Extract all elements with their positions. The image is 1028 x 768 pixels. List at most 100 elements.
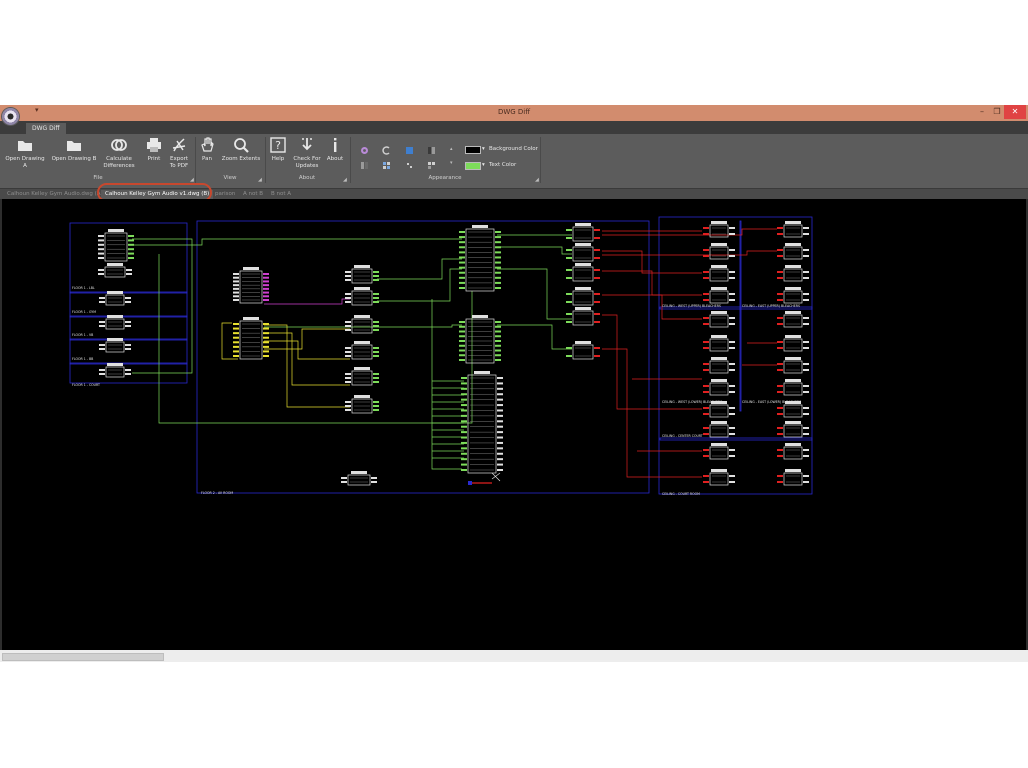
pin-terminal [373,325,379,327]
pin-terminal [703,271,709,273]
pin-terminal [777,391,783,393]
about-group-launcher-icon[interactable]: ◢ [343,177,347,183]
style-blue-icon[interactable] [405,146,414,155]
text-color-dropdown-icon[interactable]: ▾ [482,162,485,168]
ucs-cross [491,472,501,482]
maximize-button[interactable]: ❐ [990,105,1004,119]
pin-terminal [98,239,104,242]
style-dark-icon[interactable] [427,146,436,155]
tab-a-not-b[interactable]: A not B [241,190,265,199]
pin-terminal [594,237,600,239]
pin-terminal [703,299,709,301]
tab-dwg-diff[interactable]: DWG Diff [26,123,66,134]
pin-terminal [233,284,239,287]
pin-terminal [263,295,269,298]
tab-drawing-a[interactable]: Calhoun Kelley Gym Audio.dwg (A) [5,190,105,199]
open-drawing-a-button[interactable]: Open Drawing A [3,137,47,169]
pin-terminal [777,413,783,415]
pin-terminal [495,241,501,244]
window-title: DWG Diff [497,108,531,116]
pin-terminal [495,261,501,264]
drawing-label: FLOOR 2 - AV ROOM [201,491,233,495]
pin-terminal [263,345,269,348]
background-color-label[interactable]: Background Color [489,146,538,152]
print-button[interactable]: Print [143,137,165,163]
printer-icon [147,138,161,152]
pin-terminal [341,481,347,483]
pin-terminal [777,427,783,429]
about-button[interactable]: About [324,137,346,163]
pin-terminal [461,452,467,455]
calculate-differences-button[interactable]: Calculate Differences [102,137,136,169]
style-gray-icon[interactable] [382,146,391,155]
view-group-launcher-icon[interactable]: ◢ [258,177,262,183]
application-menu-icon[interactable] [2,108,19,125]
pin-terminal [803,455,809,457]
open-drawing-b-button[interactable]: Open Drawing B [51,137,97,163]
wire [158,254,473,424]
pin-terminal [803,385,809,387]
pin-terminal [126,269,132,271]
pin-terminal [125,344,131,346]
device-block [572,344,594,360]
styles-scroll-down-icon[interactable]: ▾ [450,160,453,166]
pin-terminal [777,323,783,325]
ribbon: Open Drawing A Open Drawing B Calculate … [0,134,1028,189]
tab-b-not-a[interactable]: B not A [269,190,293,199]
wire [602,270,702,296]
pin-terminal [566,229,572,231]
pin-terminal [497,404,503,407]
pin-terminal [495,321,501,323]
group-divider [540,137,541,183]
text-color-swatch[interactable] [465,162,481,170]
device-header [711,221,727,224]
pin-terminal [495,231,501,233]
pin-terminal [461,420,467,423]
close-button[interactable]: ✕ [1004,105,1026,119]
device-header [107,338,123,341]
styles-scroll-up-icon[interactable]: ▴ [450,146,453,152]
minimize-button[interactable]: – [975,105,989,119]
style-purple-icon[interactable] [360,146,369,155]
pin-terminal [729,449,735,451]
drawing-canvas[interactable]: FLOOR 1 - LBL FLOOR 1 - GYM FLOOR 1 - VB FL… [2,199,1026,650]
pin-terminal [729,299,735,301]
pin-terminal [345,275,351,277]
style-dots-icon[interactable] [405,161,414,170]
pin-terminal [777,233,783,235]
pin-terminal [459,251,465,254]
style-tiles-icon[interactable] [427,161,436,170]
pin-terminal [461,458,467,461]
device-block [572,290,594,306]
pin-terminal [125,373,131,375]
pin-terminal [345,351,351,353]
text-color-label[interactable]: Text Color [489,162,516,168]
device-block [347,474,371,486]
pin-terminal [263,276,269,279]
help-button[interactable]: ? Help [268,137,288,163]
pin-terminal [729,317,735,319]
device-header [711,443,727,446]
tab-comparison[interactable]: parison [213,190,237,199]
pin-terminal [373,381,379,383]
appearance-group-launcher-icon[interactable]: ◢ [535,177,539,183]
export-pdf-button[interactable]: Export To PDF [167,137,191,169]
check-updates-button[interactable]: Check For Updates [290,137,324,169]
pan-button[interactable]: Pan [198,137,216,163]
pin-terminal [345,347,351,349]
pin-terminal [729,433,735,435]
pin-terminal [461,398,467,401]
device-block [709,360,729,374]
zoom-extents-button[interactable]: Zoom Extents [221,137,261,163]
wire [497,324,572,350]
frame-border [658,216,813,495]
horizontal-scrollbar[interactable] [2,653,164,661]
pin-terminal [345,401,351,403]
style-grid-icon[interactable] [382,161,391,170]
background-color-swatch[interactable] [465,146,481,154]
pin-terminal [373,377,379,379]
background-color-dropdown-icon[interactable]: ▾ [482,146,485,152]
style-office-icon[interactable] [360,161,369,170]
pin-terminal [803,433,809,435]
pin-terminal [497,458,503,461]
